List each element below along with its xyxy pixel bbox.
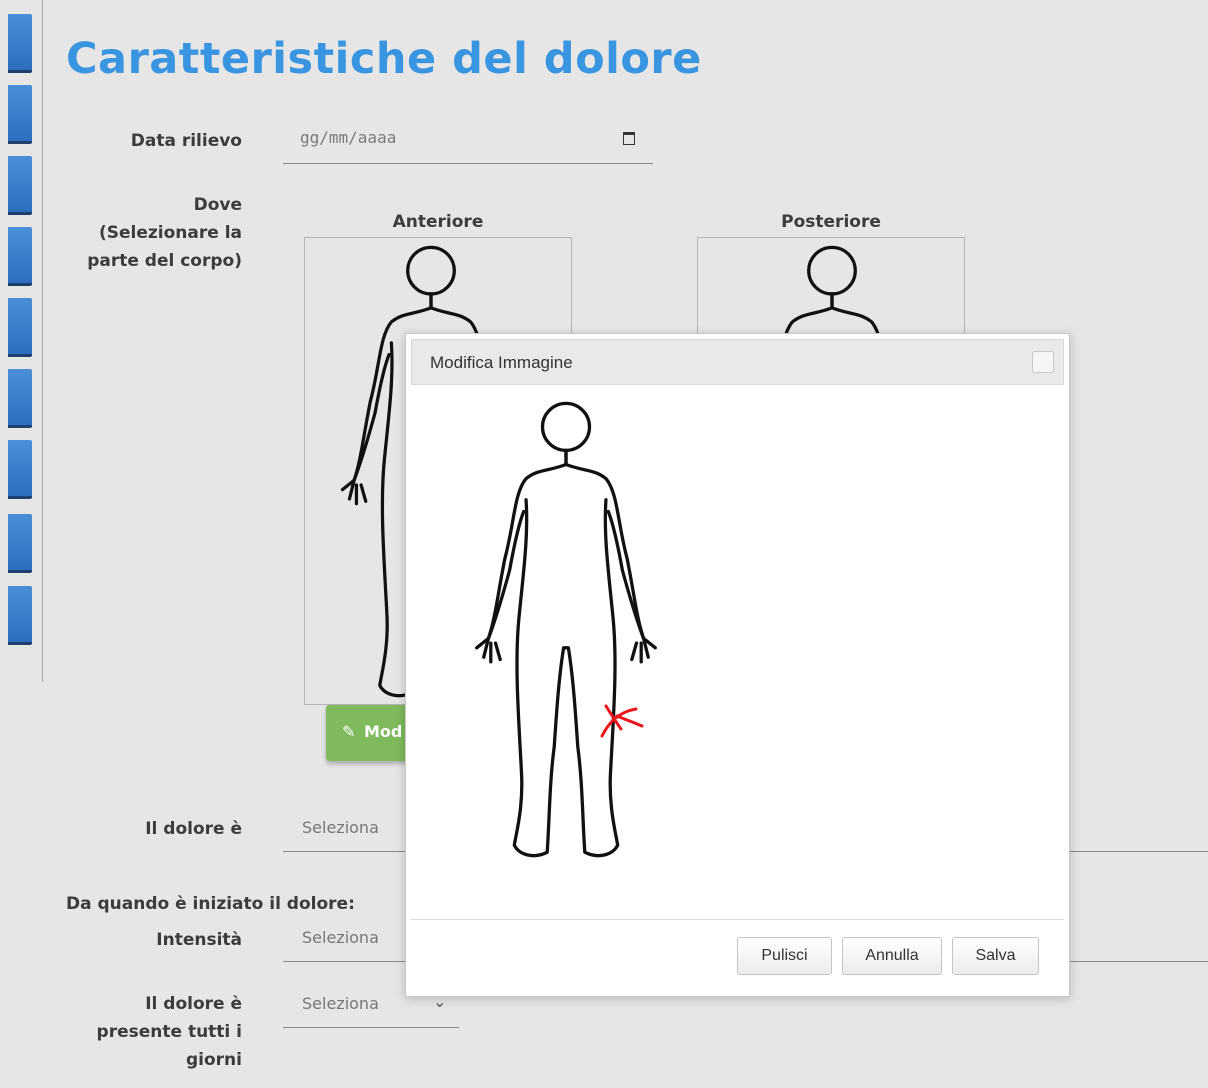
sidebar-divider — [42, 0, 43, 682]
sidebar-tab[interactable] — [8, 227, 32, 286]
drawing-canvas[interactable] — [411, 386, 1064, 919]
where-label-line: Dove — [193, 195, 242, 215]
since-label: Da quando è iniziato il dolore: — [66, 894, 355, 914]
pencil-icon: ✎ — [342, 722, 356, 741]
close-icon[interactable] — [1032, 351, 1054, 373]
pain-type-label: Il dolore è — [145, 819, 242, 839]
edit-image-dialog: Modifica Immagine Pulisci Annulla Salva — [405, 333, 1070, 997]
date-label: Data rilievo — [130, 131, 242, 151]
page-title: Caratteristiche del dolore — [66, 34, 702, 84]
sidebar-tab[interactable] — [8, 298, 32, 357]
edit-button-label: Mod — [364, 722, 403, 741]
dialog-footer-divider — [411, 919, 1064, 920]
front-caption: Anteriore — [392, 212, 484, 232]
intensity-select[interactable]: Seleziona — [283, 918, 407, 962]
dialog-title: Modifica Immagine — [430, 353, 573, 372]
save-button[interactable]: Salva — [952, 937, 1039, 975]
intensity-label: Intensità — [156, 930, 242, 950]
daily-label-line: Il dolore è — [145, 994, 242, 1014]
sidebar-tab[interactable] — [8, 369, 32, 428]
pain-type-value: Seleziona — [302, 818, 379, 837]
sidebar-tab[interactable] — [8, 514, 32, 573]
where-label-line: (Selezionare la — [98, 223, 242, 243]
canvas-body-figure — [474, 401, 658, 858]
calendar-icon[interactable] — [623, 132, 635, 145]
sidebar-tab[interactable] — [8, 586, 32, 645]
where-label-line: parte del corpo) — [87, 251, 242, 271]
back-body-figure — [741, 245, 923, 336]
back-body-image[interactable] — [697, 237, 965, 337]
sidebar-tab[interactable] — [8, 156, 32, 215]
edit-image-button[interactable]: ✎ Mod — [326, 705, 416, 761]
daily-value: Seleziona — [302, 994, 379, 1013]
pain-mark — [600, 704, 644, 738]
cancel-button[interactable]: Annulla — [842, 937, 942, 975]
sidebar-tab[interactable] — [8, 440, 32, 499]
clear-button[interactable]: Pulisci — [737, 937, 832, 975]
pain-type-underline — [1069, 851, 1208, 852]
back-caption: Posteriore — [781, 212, 881, 232]
sidebar-tab[interactable] — [8, 14, 32, 73]
daily-label-line: presente tutti i — [96, 1022, 242, 1042]
daily-label-line: giorni — [186, 1050, 242, 1070]
sidebar-tab[interactable] — [8, 85, 32, 144]
where-label: Dove (Selezionare la parte del corpo) — [40, 191, 242, 275]
date-placeholder: gg/mm/aaaa — [300, 128, 397, 147]
date-input[interactable]: gg/mm/aaaa — [283, 120, 653, 164]
daily-label: Il dolore è presente tutti i giorni — [40, 990, 242, 1074]
sidebar-tabs — [0, 0, 44, 1088]
pain-type-select[interactable]: Seleziona — [283, 808, 407, 852]
dialog-header[interactable]: Modifica Immagine — [411, 339, 1064, 385]
intensity-underline — [1069, 961, 1208, 962]
intensity-value: Seleziona — [302, 928, 379, 947]
